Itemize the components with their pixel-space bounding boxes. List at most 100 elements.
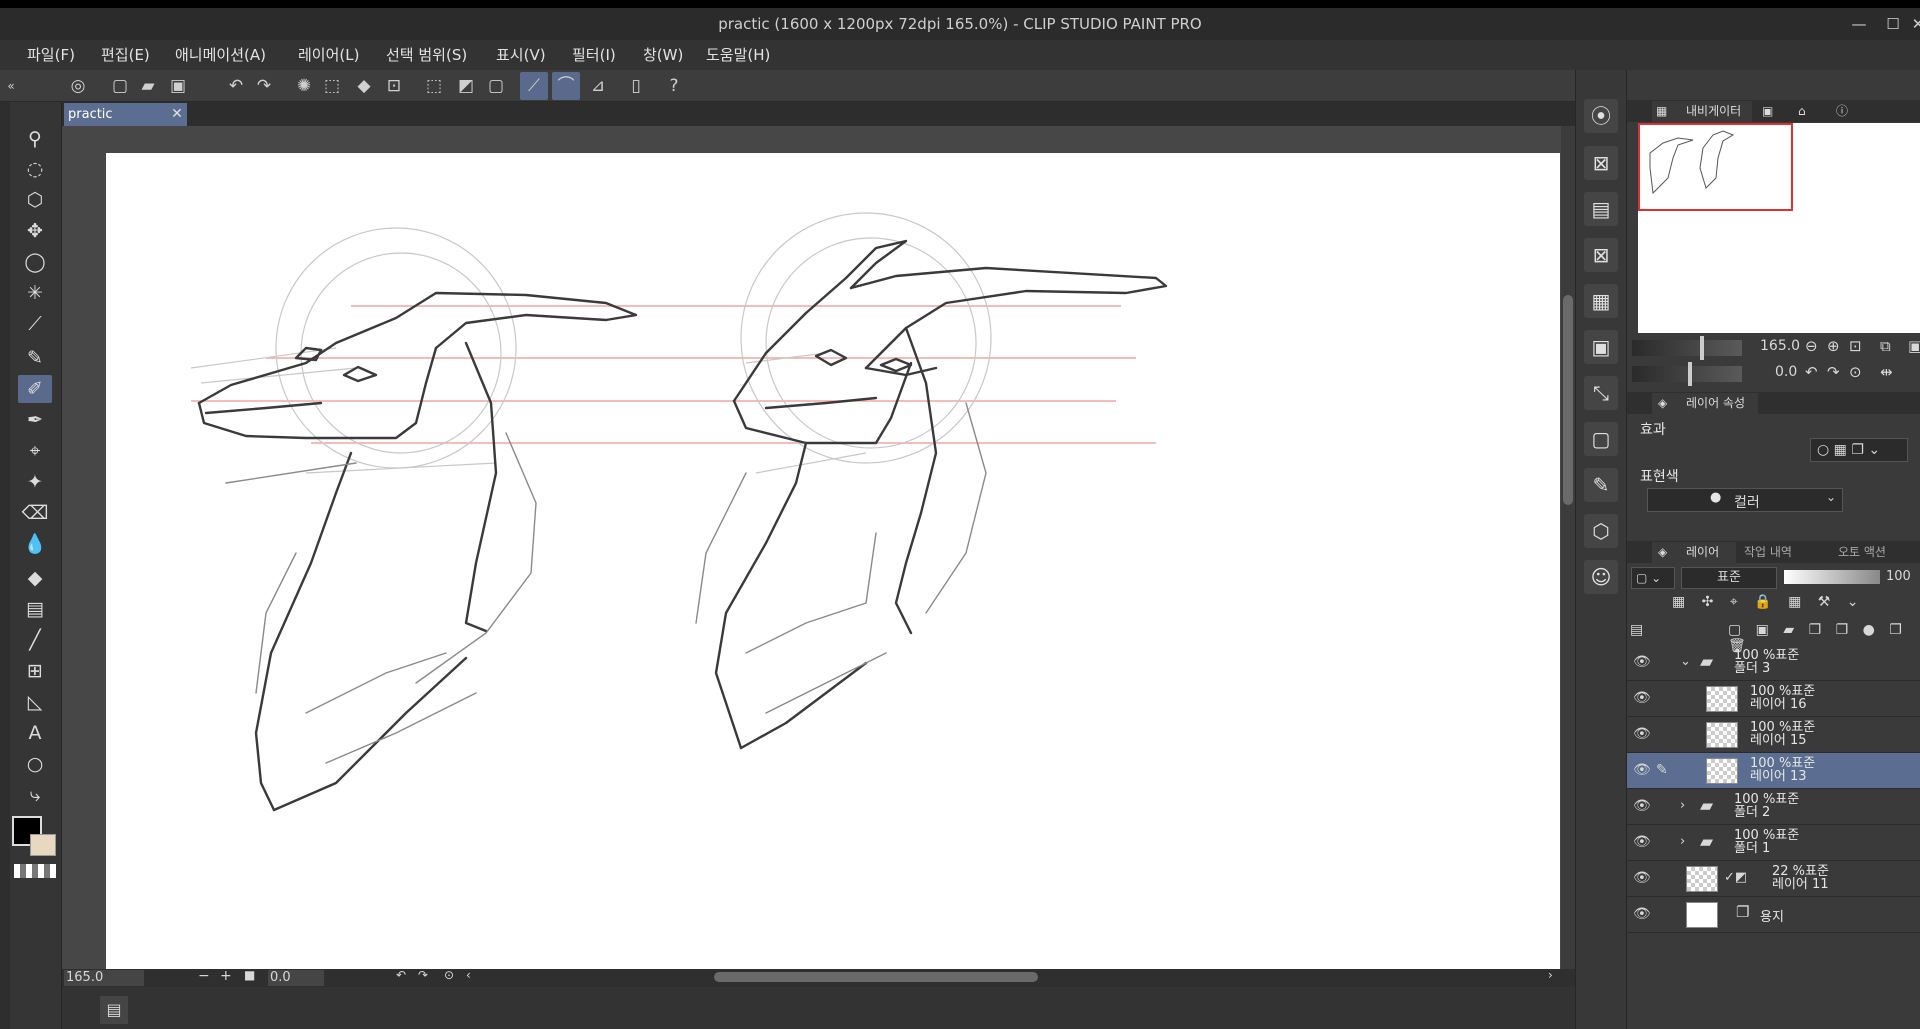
folder-expand-icon[interactable]: › [1680, 834, 1685, 849]
cmd-merge-icon[interactable]: ▢ [1584, 422, 1618, 456]
rotate-right-icon[interactable]: ↷ [418, 968, 428, 982]
visibility-eye-icon[interactable]: 👁 [1633, 726, 1651, 742]
clip-studio-assets-icon[interactable]: ⦿ [1584, 99, 1618, 133]
nav-rotate-left-icon[interactable]: ↶ [1805, 363, 1818, 381]
operation-tool-icon[interactable]: ⬡ [18, 186, 52, 214]
auto-action-tab-label[interactable]: 오토 액션 [1838, 541, 1886, 563]
search-tab-icon[interactable]: ⌂ [1798, 100, 1806, 122]
opacity-slider[interactable] [1784, 570, 1880, 584]
cmd-save-icon[interactable]: ▤ [1584, 192, 1618, 226]
vertical-scrollbar[interactable] [1561, 126, 1575, 969]
visibility-eye-icon[interactable]: 👁 [1633, 690, 1651, 706]
cmd-resize-icon[interactable]: ⤡ [1584, 376, 1618, 410]
eyedropper-icon[interactable]: ⟋ [18, 310, 52, 338]
correct-line-icon[interactable]: ⤷ [18, 781, 52, 809]
zoom-out-icon[interactable]: − [198, 968, 210, 984]
ruler-tool-icon[interactable]: ◺ [18, 688, 52, 716]
pencil-tool-icon[interactable]: ✐ [18, 375, 52, 403]
eraser-tool-icon[interactable]: ⌫ [18, 499, 52, 527]
visibility-eye-icon[interactable]: 👁 [1633, 906, 1651, 922]
cmd-layer-icon[interactable]: ▣ [1584, 330, 1618, 364]
fill-icon[interactable]: ◆ [350, 72, 378, 100]
layer-menu-icon[interactable]: ▤ [1630, 622, 1643, 638]
clip-studio-icon[interactable]: ◎ [64, 72, 92, 100]
brush-tool-icon[interactable]: ✒ [18, 406, 52, 434]
visibility-eye-icon[interactable]: 👁 [1633, 870, 1651, 886]
reset-rotation-icon[interactable]: ⊙ [444, 968, 454, 982]
clear-outside-icon[interactable]: ⬚ [318, 72, 346, 100]
menu-help[interactable]: 도움말(H) [700, 40, 776, 70]
history-tab-label[interactable]: 작업 내역 [1744, 541, 1792, 563]
visibility-eye-icon[interactable]: 👁 [1633, 834, 1651, 850]
scroll-right-icon[interactable]: › [1548, 968, 1553, 982]
horizontal-scroll-thumb[interactable] [714, 972, 1038, 982]
nav-zoom-in-icon[interactable]: ⊕ [1827, 337, 1840, 355]
vertical-scroll-thumb[interactable] [1563, 295, 1573, 505]
move-view-icon[interactable]: ◌ [18, 155, 52, 183]
lasso-tool-icon[interactable]: ◯ [18, 248, 52, 276]
sub-color-swatch[interactable] [30, 834, 56, 856]
layer-lock-icons[interactable]: ▦ ✣ ⌖ 🔒 ▦ ⚒ ⌄ [1672, 594, 1864, 610]
clear-icon[interactable]: ✺ [290, 72, 318, 100]
nav-flip-horizontal-icon[interactable]: ⇹ [1880, 363, 1893, 381]
folder-expand-icon[interactable]: › [1680, 798, 1685, 813]
show-selection-icon[interactable]: ▢ [482, 72, 510, 100]
help-icon[interactable]: ? [660, 72, 688, 100]
fill-tool-icon[interactable]: ◆ [18, 564, 52, 592]
nav-fit-icon[interactable]: ⊡ [1849, 337, 1862, 355]
frame-border-icon[interactable]: ⊞ [18, 657, 52, 685]
transform-icon[interactable]: ⊡ [380, 72, 408, 100]
navigator-zoom-slider[interactable] [1632, 340, 1742, 356]
text-tool-icon[interactable]: A [18, 719, 52, 747]
minimize-button[interactable]: — [1846, 8, 1872, 40]
menu-file[interactable]: 파일(F) [21, 40, 81, 70]
smartphone-icon[interactable]: ▯ [622, 72, 650, 100]
folder-expand-icon[interactable]: ⌄ [1680, 654, 1691, 669]
airbrush-tool-icon[interactable]: ⌖ [18, 437, 52, 465]
rotation-value-field[interactable]: 0.0 [268, 970, 324, 986]
navigator-view-frame[interactable] [1638, 123, 1793, 211]
deselect-icon[interactable]: ⬚ [420, 72, 448, 100]
magic-wand-icon[interactable]: ✳ [18, 279, 52, 307]
rotate-left-icon[interactable]: ↶ [396, 968, 406, 982]
layer-color-selector[interactable]: ▢ ⌄ [1631, 567, 1675, 589]
blend-tool-icon[interactable]: 💧 [18, 530, 52, 558]
snap-special-ruler-icon[interactable]: ⌒ [552, 72, 580, 100]
cmd-edit-icon[interactable]: ✎ [1584, 468, 1618, 502]
snap-ruler-icon[interactable]: ⟋ [520, 72, 548, 100]
nav-fit-window-icon[interactable]: ⧉ [1880, 337, 1891, 355]
menu-selection[interactable]: 선택 범위(S) [380, 40, 473, 70]
invert-selection-icon[interactable]: ◩ [452, 72, 480, 100]
gradient-tool-icon[interactable]: ▤ [18, 595, 52, 623]
visibility-eye-icon[interactable]: 👁 [1633, 762, 1651, 778]
figure-tool-icon[interactable]: ╱ [18, 626, 52, 654]
balloon-tool-icon[interactable]: ○ [18, 750, 52, 778]
close-button[interactable]: ✕ [1905, 8, 1920, 40]
cmd-pose-icon[interactable]: ☺ [1584, 560, 1618, 594]
visibility-eye-icon[interactable]: 👁 [1633, 654, 1651, 670]
undo-icon[interactable]: ↶ [222, 72, 250, 100]
new-file-icon[interactable]: ▢ [106, 72, 134, 100]
move-layer-icon[interactable]: ✥ [18, 217, 52, 245]
cmd-transparency-icon[interactable]: ▦ [1584, 284, 1618, 318]
cmd-clear-icon[interactable]: ⊠ [1584, 238, 1618, 272]
nav-flip-icon[interactable]: ▣ [1908, 337, 1920, 355]
menu-animation[interactable]: 애니메이션(A) [169, 40, 272, 70]
menu-window[interactable]: 창(W) [637, 40, 689, 70]
visibility-eye-icon[interactable]: 👁 [1633, 798, 1651, 814]
pen-tool-icon[interactable]: ✎ [18, 344, 52, 372]
zoom-value-field[interactable]: 165.0 [64, 970, 144, 986]
blend-mode-dropdown[interactable]: 표준 [1681, 567, 1777, 589]
transparent-color-icon[interactable] [14, 864, 56, 878]
maximize-button[interactable]: ☐ [1880, 8, 1906, 40]
scroll-left-icon[interactable]: ‹ [466, 968, 471, 982]
nav-rotate-right-icon[interactable]: ↷ [1827, 363, 1840, 381]
drawing-canvas[interactable] [106, 153, 1560, 970]
collapse-left-icon[interactable]: « [4, 72, 18, 100]
info-tab-icon[interactable]: ⓘ [1836, 100, 1848, 122]
effect-selector[interactable]: ○ ▦ ❐ ⌄ [1810, 438, 1908, 462]
fit-icon[interactable]: ■ [244, 968, 255, 982]
rotation-slider-handle[interactable] [1688, 362, 1692, 386]
menu-edit[interactable]: 편집(E) [95, 40, 156, 70]
menu-filter[interactable]: 필터(I) [566, 40, 622, 70]
